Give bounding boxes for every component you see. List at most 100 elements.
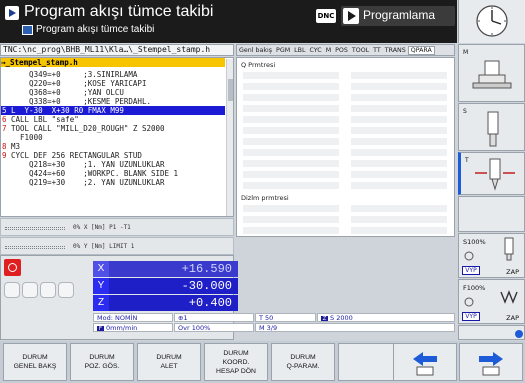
program-line[interactable]: Q338=+0 ;KESME PERDAHL. [1, 97, 225, 106]
program-line[interactable]: Q368=+0 ;YAN OLCU [1, 88, 225, 97]
axis-z-row: Z +0.400 [93, 295, 238, 311]
mode-subtitle: Program akışı tümce takibi [36, 24, 155, 35]
axis-y-value: -30.000 [181, 279, 232, 293]
programming-mode-button[interactable]: Programlama [341, 6, 455, 26]
program-line[interactable]: Q220=+0 ;KOSE YARICAPI [1, 79, 225, 88]
list-params-label: Dizlm prmtresi [241, 194, 289, 202]
blank-key[interactable] [4, 282, 20, 298]
program-line[interactable]: Q424=+60 ;WORKPC. BLANK SIDE 1 [1, 169, 225, 178]
spindle-override-icon [464, 237, 514, 261]
softkey-previous[interactable] [393, 343, 457, 381]
axis-z-label: Z [93, 295, 109, 311]
coord-status: ⊕1 [174, 313, 254, 322]
softkey-status-qparam[interactable]: DURUM Q-PARAM. [271, 343, 335, 381]
axis-x-row: X +16.590 [93, 261, 238, 277]
clock-icon [476, 5, 508, 37]
q-param-row [243, 149, 449, 157]
tool-status: T 50 [255, 313, 316, 322]
tab-tt[interactable]: TT [371, 47, 383, 54]
tnc-screen: Program akışı tümce takibi Program akışı… [0, 0, 525, 383]
program-line[interactable]: F1000 [1, 133, 225, 142]
q-param-row [243, 94, 449, 102]
q-param-row [243, 116, 449, 124]
arrow-left-icon [413, 352, 437, 376]
clock [458, 0, 525, 43]
blank-key[interactable] [22, 282, 38, 298]
program-line[interactable]: 6 CALL LBL "safe" [1, 115, 225, 124]
program-line[interactable]: 8 M3 [1, 142, 225, 151]
program-sub-icon [22, 25, 33, 35]
alarm-icon[interactable] [4, 259, 21, 276]
feed-override[interactable]: F100% VYP ZAP [458, 279, 525, 324]
scroll-thumb[interactable] [228, 79, 233, 101]
tab-m[interactable]: M [324, 47, 333, 54]
blank-key[interactable] [40, 282, 56, 298]
q-param-row [243, 171, 449, 179]
status-tabs: Genl bakış PGM LBL CYC M POS TOOL TT TRA… [236, 44, 455, 56]
mode-header: Program akışı tümce takibi Program akışı… [0, 0, 457, 43]
mode-title: Program akışı tümce takibi [24, 3, 214, 20]
program-line[interactable]: 7 TOOL CALL "MILL_D20_ROUGH" Z S2000 [1, 124, 225, 133]
spindle-status: ZS 2000 [317, 313, 455, 322]
q-param-row [243, 127, 449, 135]
feed-status: F 0mm/min [93, 323, 173, 332]
tab-cyc[interactable]: CYC [308, 47, 324, 54]
load-text: 0% Y [Nm] LIMIT 1 [73, 243, 135, 250]
override-footer [458, 325, 525, 340]
tab-lbl[interactable]: LBL [292, 47, 307, 54]
load-text: 0% X [Nm] P1 -T1 [73, 224, 131, 231]
program-line[interactable]: Q219=+30 ;2. YAN UZUNLUKLAR [1, 178, 225, 187]
q-param-row [243, 182, 449, 190]
load-bar [5, 246, 65, 249]
tool-icon [475, 158, 515, 191]
spindle-function-key[interactable]: S [458, 103, 525, 151]
load-row-x: 0% X [Nm] P1 -T1 [0, 218, 234, 236]
tab-overview[interactable]: Genl bakış [237, 47, 274, 54]
softkey-status-coord[interactable]: DURUM KOORD. HESAP DÖN [204, 343, 268, 381]
info-icon [515, 330, 523, 338]
tab-pgm[interactable]: PGM [274, 47, 292, 54]
q-param-row [243, 138, 449, 146]
q-params-label: Q Prmtresi [241, 61, 276, 69]
list-param-row [243, 227, 449, 235]
list-param-row [243, 216, 449, 224]
program-path: TNC:\nc_prog\BHB_ML11\Kla…\_Stempel_stam… [0, 44, 234, 56]
list-param-row [243, 205, 449, 213]
axis-y-label: Y [93, 278, 109, 294]
status-panel: Q Prmtresi Dizlm prmtresi [236, 57, 455, 237]
softkey-next[interactable] [459, 343, 523, 381]
blank-key[interactable] [58, 282, 74, 298]
machine-function-key[interactable]: M [458, 44, 525, 102]
spindle-icon [487, 111, 499, 147]
q-param-row [243, 83, 449, 91]
program-listing[interactable]: →_Stempel_stamp.h Q349=+0 ;3.SINIRLAMA Q… [0, 57, 234, 217]
spindle-override[interactable]: S100% VYP ZAP [458, 233, 525, 278]
axis-y-row: Y -30.000 [93, 278, 238, 294]
mode-status: Mod: NOMİN [93, 313, 173, 322]
q-param-row [243, 105, 449, 113]
m-status: M 3/9 [255, 323, 455, 332]
programming-icon [343, 8, 359, 24]
program-line[interactable]: Q349=+0 ;3.SINIRLAMA [1, 70, 225, 79]
softkey-status-position[interactable]: DURUM POZ. GÖS. [70, 343, 134, 381]
program-scrollbar[interactable] [226, 59, 233, 216]
empty-function-key[interactable] [458, 196, 525, 232]
tool-function-key[interactable]: T [458, 152, 525, 195]
override-status: Ovr 100% [174, 323, 254, 332]
load-row-y: 0% Y [Nm] LIMIT 1 [0, 237, 234, 255]
spindle-tag: Z [321, 316, 328, 322]
machine-table-icon [472, 60, 512, 89]
softkey-status-tool[interactable]: DURUM ALET [137, 343, 201, 381]
program-line[interactable]: Q218=+30 ;1. YAN UZUNLUKLAR [1, 160, 225, 169]
tab-pos[interactable]: POS [333, 47, 350, 54]
feed-override-icon [464, 290, 518, 307]
tab-tool[interactable]: TOOL [350, 47, 371, 54]
q-param-row [243, 160, 449, 168]
feed-tag: F [97, 326, 104, 332]
softkey-status-overview[interactable]: DURUM GENEL BAKŞ [3, 343, 67, 381]
tab-trans[interactable]: TRANS [383, 47, 408, 54]
tab-qpara[interactable]: QPARA [407, 45, 435, 55]
program-line[interactable]: 9 CYCL DEF 256 RECTANGULAR STUD [1, 151, 225, 160]
current-program-line[interactable]: 5L Y-30 X+30 R0 FMAX M99 [1, 106, 225, 115]
file-tab[interactable]: →_Stempel_stamp.h [1, 58, 225, 67]
